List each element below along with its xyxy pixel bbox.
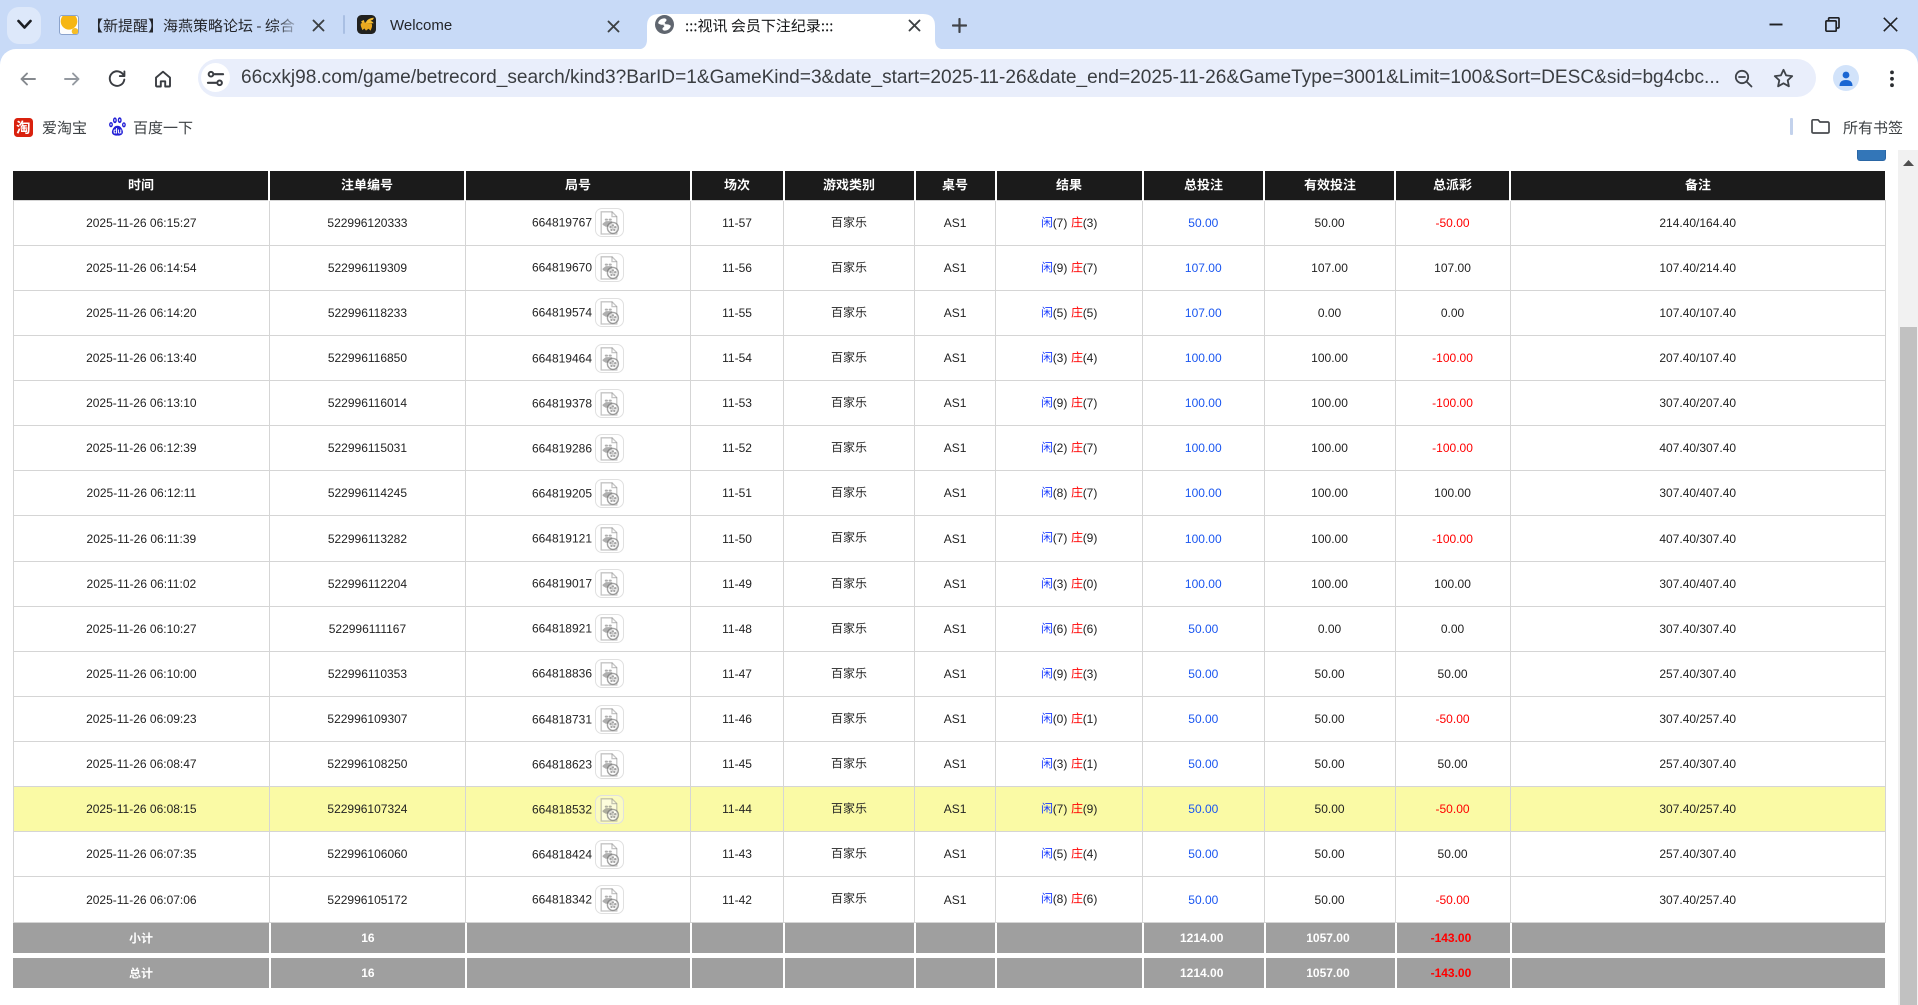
svg-text:du: du: [113, 128, 122, 135]
